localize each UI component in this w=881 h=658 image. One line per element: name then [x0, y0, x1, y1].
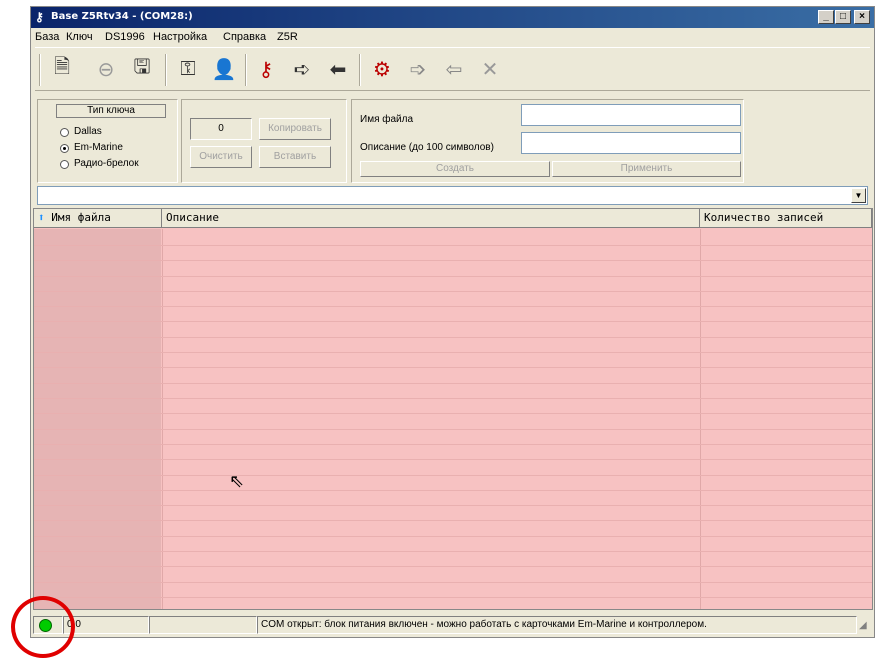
grid-row-line	[34, 337, 872, 338]
grid-row-line	[34, 566, 872, 567]
highlight-circle	[11, 596, 75, 658]
combobox-dropdown-icon[interactable]: ▼	[851, 188, 866, 203]
grid-row-line	[34, 383, 872, 384]
maximize-button[interactable]: □	[835, 10, 851, 24]
window-title: Base Z5Rtv34 - (COM28:)	[51, 11, 193, 22]
grid-row-line	[34, 536, 872, 537]
main-window: ⚷ Base Z5Rtv34 - (COM28:) _ □ × База Клю…	[30, 6, 875, 638]
grid-row-line	[34, 398, 872, 399]
radio-em-marine-label: Em-Marine	[74, 142, 123, 153]
col-header-count[interactable]: Количество записей	[700, 209, 872, 228]
menu-z5r[interactable]: Z5R	[277, 31, 298, 43]
grid-row-line	[34, 352, 872, 353]
apply-button[interactable]: Применить	[552, 161, 741, 177]
radio-radio-brelok[interactable]	[60, 160, 69, 169]
file-name-label: Имя файла	[360, 114, 414, 125]
key-add-icon[interactable]: ⚿	[173, 54, 203, 84]
create-button[interactable]: Создать	[360, 161, 550, 177]
back-icon[interactable]: ⊖	[91, 54, 121, 84]
paste-button[interactable]: Вставить	[259, 146, 331, 168]
arrow-right-key-icon[interactable]: ➩	[403, 54, 433, 84]
menu-nastroyka[interactable]: Настройка	[153, 31, 207, 43]
title-bar[interactable]: ⚷ Base Z5Rtv34 - (COM28:) _ □ ×	[31, 7, 874, 28]
col-header-description[interactable]: Описание	[162, 209, 700, 228]
grid-row-line	[34, 459, 872, 460]
key-type-title: Тип ключа	[56, 104, 166, 118]
grid-row-line	[34, 597, 872, 598]
copy-button[interactable]: Копировать	[259, 118, 331, 140]
clear-button[interactable]: Очистить	[190, 146, 252, 168]
buffer-count: 0	[190, 118, 252, 140]
radio-dallas-label: Dallas	[74, 126, 102, 137]
grid-row-line	[34, 245, 872, 246]
buffer-group: 0 Копировать Очистить Вставить	[181, 99, 347, 183]
grid-row-line	[34, 321, 872, 322]
status-empty-pane	[149, 616, 257, 634]
file-group: Имя файла Описание (до 100 символов) Соз…	[351, 99, 744, 183]
grid-row-line	[34, 520, 872, 521]
key-type-group: Тип ключа Dallas Em-Marine Радио-брелок	[37, 99, 178, 183]
grid-row-line	[34, 475, 872, 476]
mouse-cursor-icon: ⇖	[229, 471, 245, 491]
grid-row-line	[34, 291, 872, 292]
resize-grip-icon[interactable]: ◢	[859, 620, 867, 631]
arrow-left-key-icon[interactable]: ⇦	[439, 54, 469, 84]
grid-row-line	[34, 429, 872, 430]
sort-up-icon: ⬆	[38, 211, 45, 224]
radio-dallas[interactable]	[60, 128, 69, 137]
file-name-input[interactable]	[521, 104, 741, 126]
key-read-icon[interactable]: ⬅	[323, 54, 353, 84]
app-key-icon: ⚷	[35, 10, 44, 24]
menu-ds1996[interactable]: DS1996	[105, 31, 145, 43]
col-header-filename[interactable]: ⬆ Имя файла	[34, 209, 162, 228]
menu-spravka[interactable]: Справка	[223, 31, 266, 43]
file-desc-input[interactable]	[521, 132, 741, 154]
file-desc-label: Описание (до 100 символов)	[360, 142, 494, 153]
grid-row-line	[34, 444, 872, 445]
radio-em-marine[interactable]	[60, 144, 69, 153]
minimize-button[interactable]: _	[818, 10, 834, 24]
grid-header: ⬆ Имя файла Описание Количество записей	[34, 209, 872, 228]
save-icon[interactable]: 🖫	[127, 54, 157, 84]
menu-bar: База Ключ DS1996 Настройка Справка Z5R	[31, 28, 874, 46]
grid-row-line	[34, 551, 872, 552]
grid-row-line	[34, 367, 872, 368]
new-document-icon[interactable]: 🗎	[47, 54, 77, 84]
menu-klyuch[interactable]: Ключ	[66, 31, 93, 43]
radio-radio-brelok-label: Радио-брелок	[74, 158, 139, 169]
grid-row-line	[34, 505, 872, 506]
user-icon[interactable]: 👤	[209, 54, 239, 84]
grid-row-line	[34, 413, 872, 414]
grid-row-line	[34, 306, 872, 307]
key-write-icon[interactable]: ➪	[287, 54, 317, 84]
menu-baza[interactable]: База	[35, 31, 59, 43]
grid-row-line	[34, 276, 872, 277]
close-x-icon[interactable]: ✕	[475, 54, 505, 84]
toolbar: 🗎 ⊖ 🖫 ⚿ 👤 ⚷ ➪ ⬅ ⚙ ➩ ⇦ ✕	[35, 47, 870, 91]
path-combobox[interactable]: ▼	[37, 186, 868, 205]
grid-row-line	[34, 260, 872, 261]
status-bar: 0:0 COM открыт: блок питания включен - м…	[33, 614, 873, 636]
close-button[interactable]: ×	[854, 10, 870, 24]
status-code: 0:0	[63, 616, 149, 634]
status-message: COM открыт: блок питания включен - можно…	[257, 616, 857, 634]
z5r-controller-icon[interactable]: ⚙	[367, 54, 397, 84]
grid-row-line	[34, 490, 872, 491]
grid-row-line	[34, 582, 872, 583]
file-grid[interactable]: ⬆ Имя файла Описание Количество записей …	[33, 208, 873, 610]
key-ds1996-icon[interactable]: ⚷	[251, 54, 281, 84]
